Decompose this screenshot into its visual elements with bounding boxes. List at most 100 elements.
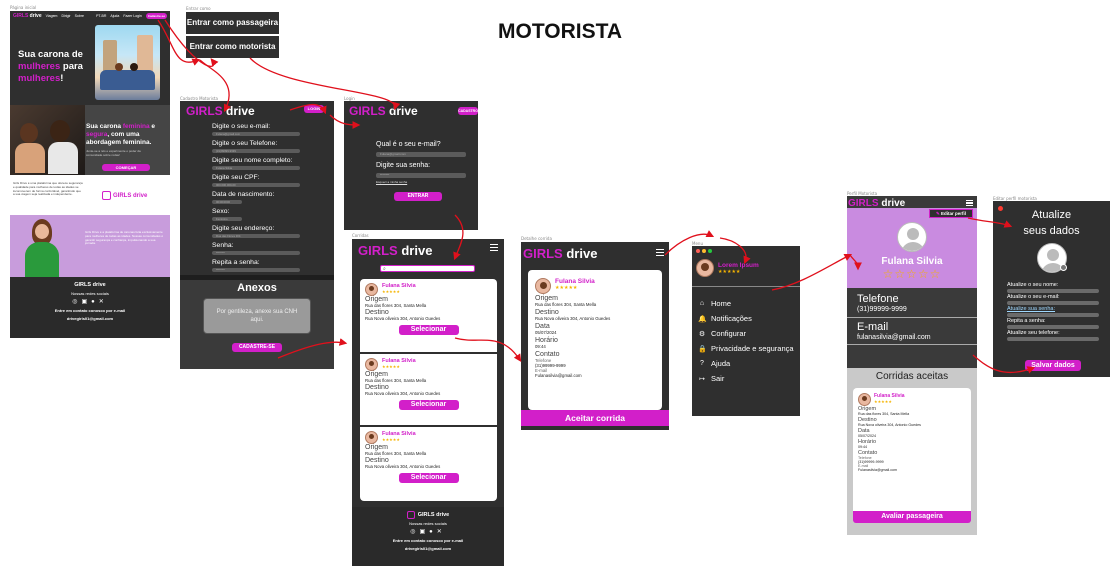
bell-icon: 🔔: [698, 315, 707, 323]
selecionar-button[interactable]: Selecionar: [398, 400, 459, 410]
menu-user-name: Lorem Ipsum: [718, 261, 759, 269]
cadastro-field-input[interactable]: Fulana@gmail.com: [212, 132, 300, 136]
accepted-origem: Rua das flores 304, Santa Mella: [858, 412, 910, 416]
edit-field-input[interactable]: [1007, 337, 1099, 341]
rides-container: Fulana Silvia ★★★★★ Origem Rua das flores 3…: [360, 279, 497, 501]
detail-data: 05/07/2024: [535, 330, 557, 335]
linkedin-icon[interactable]: ▣: [81, 299, 91, 305]
edit-field-input[interactable]: [1007, 289, 1099, 293]
section-feminina-text: Sua carona feminina e segura, com uma ab…: [86, 123, 156, 146]
salvar-dados-button[interactable]: Salvar dados: [1025, 360, 1081, 371]
x-icon[interactable]: ✕: [99, 299, 108, 305]
cadastro-login-badge[interactable]: LOGIN: [304, 105, 324, 113]
entrar-button[interactable]: ENTRAR: [394, 192, 442, 201]
rides-footer-email[interactable]: drivegirls01@gmail.com: [352, 546, 504, 551]
footer-contact: Entre em contato conosco por e-mail: [54, 308, 126, 313]
login-email-label: Qual é o seu e-mail?: [376, 141, 441, 148]
nav-dirigir[interactable]: Dirigir: [61, 14, 70, 18]
forgot-password-link[interactable]: Esqueci a minha senha: [376, 180, 407, 184]
ride-avatar: [365, 431, 378, 444]
ride-origem: Rua das flores 304, Santa Mella: [365, 303, 427, 308]
nav-language[interactable]: PT-BR: [96, 14, 106, 18]
navbar-logo[interactable]: GIRLS drive: [13, 13, 42, 19]
ride-destino: Rua Nova oliveira 304, Antonio Guedes: [365, 391, 441, 396]
entrar-motorista-button[interactable]: Entrar como motorista: [186, 36, 279, 58]
menu-user-avatar: [696, 259, 714, 277]
nav-cadastre-button[interactable]: Cadastre-se: [145, 12, 167, 19]
edit-profile-button[interactable]: ✎ Editar perfil: [929, 209, 973, 218]
cadastro-field-placeholder: ********: [216, 251, 225, 255]
edit-field-input[interactable]: [1007, 301, 1099, 305]
edit-field-label: Repita a senha:: [1007, 318, 1046, 324]
passenger-avatar: [535, 278, 551, 294]
menu-item-0[interactable]: ⌂ Home: [698, 296, 798, 311]
cadastro-field-input[interactable]: 00/00/0000: [212, 200, 242, 204]
cadastro-field-input[interactable]: 000.000.000-00: [212, 183, 300, 187]
selecionar-button[interactable]: Selecionar: [398, 325, 459, 335]
profile-header: ✎ Editar perfil Fulana Silvia ☆☆☆☆☆: [847, 208, 977, 288]
hamburger-icon[interactable]: [490, 244, 498, 251]
caption-detalhe: Detalhe corrida: [521, 236, 552, 241]
avaliar-passageira-button[interactable]: Avaliar passageira: [853, 511, 971, 523]
login-email-input[interactable]: Fulana@gmail.com: [376, 152, 466, 157]
nav-ajuda[interactable]: Ajuda: [110, 14, 119, 18]
cadastro-field-input[interactable]: Feminino: [212, 217, 242, 221]
selecionar-button[interactable]: Selecionar: [398, 473, 459, 483]
login-cadastro-badge[interactable]: CADASTRO: [458, 107, 478, 115]
menu-item-1[interactable]: 🔔 Notificações: [698, 311, 798, 326]
cnh-upload-box[interactable]: Por gentileza, anexe sua CNH aqui.: [203, 298, 311, 334]
profile-mail: fulanasilvia@gmail.com: [857, 334, 931, 341]
hamburger-icon[interactable]: [966, 200, 973, 206]
menu-item-3[interactable]: 🔒 Privacidade e segurança: [698, 341, 798, 356]
cadastro-field-input[interactable]: ********: [212, 251, 300, 255]
cadastro-field-input[interactable]: Rua das Flores 304: [212, 234, 300, 238]
caption-lista: Corridas: [352, 233, 369, 238]
x-icon[interactable]: ✕: [437, 529, 446, 535]
nav-login[interactable]: Fazer Login: [123, 14, 141, 18]
nav-viagem[interactable]: Viagem: [46, 14, 58, 18]
footer-email[interactable]: drivegirls01@gmail.com: [10, 316, 170, 321]
search-input[interactable]: ⌕: [380, 265, 475, 272]
edit-field-label: Atualize seu telefone:: [1007, 330, 1060, 336]
rides-list-screen: GIRLS drive ⌕ Fulana Silvia ★★★★★ Origem Ru…: [352, 239, 504, 566]
ride-card: Fulana Silvia ★★★★★ Origem Rua das flores 3…: [360, 279, 497, 349]
menu-screen: Lorem Ipsum ★★★★★ ⌂ Home 🔔 Notificações ⚙ Con…: [692, 246, 800, 416]
entrar-passageira-button[interactable]: Entrar como passageira: [186, 12, 279, 34]
cadastro-field-placeholder: Rua das Flores 304: [216, 234, 241, 238]
menu-item-2[interactable]: ⚙ Configurar: [698, 326, 798, 341]
menu-item-4[interactable]: ? Ajuda: [698, 356, 798, 371]
edit-field-input[interactable]: [1007, 325, 1099, 329]
accepted-rides-section: Corridas aceitas Fulana Silvia ★★★★★ Ori…: [847, 368, 977, 535]
cadastro-field-input[interactable]: (31)99999-9999: [212, 149, 300, 153]
cadastro-field-input[interactable]: ********: [212, 268, 300, 272]
ride-detail-card: Fulana Silvia ★★★★★ Origem Rua das flore…: [528, 270, 662, 410]
passenger-name: Fulana Silvia: [555, 278, 595, 285]
ride-avatar: [365, 283, 378, 296]
ride-destino-label: Destino: [365, 457, 389, 464]
menu-item-label: Notificações: [711, 314, 752, 323]
cadastre-se-button[interactable]: CADASTRE-SE: [232, 343, 282, 352]
comecar-button[interactable]: COMEÇAR: [102, 164, 150, 171]
accepted-mail: Fulanasilvia@gmail.com: [858, 468, 897, 472]
profile-rating: ☆☆☆☆☆: [882, 267, 942, 281]
edit-field-input[interactable]: [1007, 313, 1099, 317]
facebook-icon[interactable]: ●: [91, 299, 99, 305]
hamburger-icon[interactable]: [656, 249, 664, 256]
ride-detail-screen: GIRLS drive Fulana Silvia ★★★★★ Origem R…: [521, 242, 669, 430]
camera-icon[interactable]: [1060, 264, 1067, 271]
login-pass-input[interactable]: ********: [376, 173, 466, 178]
cadastro-field-label: Digite o seu e-mail:: [212, 123, 271, 130]
ride-destino: Rua Nova oliveira 304, Antonio Guedes: [365, 464, 441, 469]
nav-sobre[interactable]: Sobre: [75, 14, 84, 18]
detail-logo: GIRLS drive: [523, 246, 598, 261]
linkedin-icon[interactable]: ▣: [419, 529, 429, 535]
facebook-icon[interactable]: ●: [429, 529, 437, 535]
cadastro-field-placeholder: Fulana Silvia: [216, 166, 233, 170]
menu-item-5[interactable]: ↦ Sair: [698, 371, 798, 386]
profile-divider-1: [847, 317, 977, 318]
hero-title: Sua carona de mulheres para mulheres!: [18, 49, 83, 84]
cadastro-field-input[interactable]: Fulana Silvia: [212, 166, 300, 170]
accepted-destino: Rua Nova oliveira 304, Antonio Guedes: [858, 423, 921, 427]
aceitar-corrida-button[interactable]: Aceitar corrida: [521, 410, 669, 426]
about-text: Girls Drive é uma plataforma que oferece…: [13, 181, 83, 197]
